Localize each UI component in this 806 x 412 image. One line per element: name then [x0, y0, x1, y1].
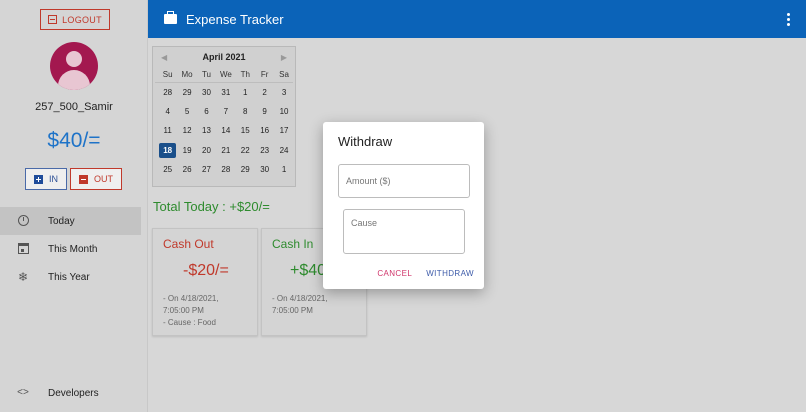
card-amount: +$40 [290, 262, 327, 279]
nav-item-label: Developers [48, 387, 99, 399]
calendar-weekday: Fr [260, 70, 269, 79]
calendar-day[interactable]: 18 [159, 142, 177, 158]
calendar-day[interactable]: 6 [197, 102, 216, 121]
calendar-day[interactable]: 4 [158, 102, 177, 121]
total-today: Total Today : +$20/= [153, 199, 270, 214]
calendar-day[interactable]: 9 [255, 102, 274, 121]
calendar-day[interactable]: 11 [158, 121, 177, 140]
more-options-icon[interactable] [787, 13, 790, 26]
cash-out-label: OUT [94, 174, 113, 184]
calendar-day[interactable]: 20 [197, 141, 216, 160]
nav-item-label: This Month [48, 243, 98, 255]
sidebar: LOGOUT 257_500_Samir $40/= IN OUT Today … [0, 0, 148, 412]
calendar-day[interactable]: 5 [177, 102, 196, 121]
amount-input[interactable] [338, 164, 470, 198]
app-bar: Expense Tracker [148, 0, 806, 38]
nav-item-this-month[interactable]: This Month [0, 235, 141, 263]
calendar-day[interactable]: 14 [216, 121, 235, 140]
plus-box-icon [34, 174, 43, 184]
card-title: Cash In [272, 237, 314, 251]
calendar-day[interactable]: 28 [158, 83, 177, 102]
nav-item-today[interactable]: Today [0, 207, 141, 235]
calendar-day[interactable]: 21 [216, 141, 235, 160]
calendar-day[interactable]: 22 [236, 141, 255, 160]
calendar-day[interactable]: 10 [274, 102, 293, 121]
card-amount: -$20/= [183, 262, 229, 279]
cause-input[interactable] [343, 209, 465, 254]
calendar-weekday-row: Su Mo Tu We Th Fr Sa [158, 67, 295, 82]
calendar-day[interactable]: 27 [197, 160, 216, 179]
calendar-day[interactable]: 29 [236, 160, 255, 179]
calendar-weekday: Th [240, 70, 250, 79]
calendar-day[interactable]: 30 [197, 83, 216, 102]
alarm-clock-icon [16, 214, 30, 228]
calendar-day[interactable]: 26 [177, 160, 196, 179]
calendar-day[interactable]: 8 [236, 102, 255, 121]
calendar-day[interactable]: 31 [216, 83, 235, 102]
calendar-weekday: Mo [181, 70, 193, 79]
nav-item-label: This Year [48, 271, 90, 283]
calendar-weekday: Sa [279, 70, 289, 79]
calendar-day[interactable]: 2 [255, 83, 274, 102]
calendar-weekday: Su [162, 70, 173, 79]
withdraw-dialog: Withdraw CANCEL WITHDRAW [323, 122, 484, 289]
card-detail-line: - Cause : Food [163, 318, 216, 327]
cancel-button[interactable]: CANCEL [377, 269, 412, 278]
cash-out-button[interactable]: OUT [70, 168, 122, 190]
briefcase-icon [164, 11, 177, 24]
calendar-day[interactable]: 24 [274, 141, 293, 160]
calendar-day[interactable]: 1 [274, 160, 293, 179]
next-month-icon[interactable]: ▶ [281, 53, 287, 62]
calendar-day[interactable]: 29 [177, 83, 196, 102]
dialog-title: Withdraw [338, 134, 393, 149]
card-detail-line: - On 4/18/2021, [272, 294, 328, 303]
calendar-icon [16, 242, 30, 256]
card-detail: - On 4/18/2021, 7:05:00 PM [272, 293, 328, 317]
previous-month-icon[interactable]: ◀ [161, 53, 167, 62]
calendar-weekday: Tu [201, 70, 211, 79]
card-detail-line: 7:05:00 PM [163, 306, 204, 315]
cash-out-card: Cash Out -$20/= - On 4/18/2021, 7:05:00 … [152, 228, 258, 336]
logout-button[interactable]: LOGOUT [40, 9, 110, 30]
calendar-month-label: April 2021 [202, 52, 246, 62]
calendar: ◀ April 2021 ▶ Su Mo Tu We Th Fr Sa 28 29 30 31 1 2… [152, 46, 296, 187]
nav-item-this-year[interactable]: ❄ This Year [0, 263, 141, 291]
avatar [50, 42, 98, 90]
card-title: Cash Out [163, 237, 214, 251]
card-detail-line: - On 4/18/2021, [163, 294, 219, 303]
calendar-day[interactable]: 30 [255, 160, 274, 179]
calendar-day[interactable]: 19 [177, 141, 196, 160]
calendar-day[interactable]: 23 [255, 141, 274, 160]
nav-item-label: Today [48, 215, 75, 227]
withdraw-button[interactable]: WITHDRAW [426, 269, 474, 278]
cash-in-label: IN [49, 174, 58, 184]
calendar-day[interactable]: 3 [274, 83, 293, 102]
nav-item-developers[interactable]: <> Developers [0, 379, 141, 407]
balance: $40/= [47, 129, 101, 152]
calendar-weekday: We [219, 70, 232, 79]
calendar-day[interactable]: 7 [216, 102, 235, 121]
logout-label: LOGOUT [62, 14, 102, 25]
card-detail: - On 4/18/2021, 7:05:00 PM - Cause : Foo… [163, 293, 219, 329]
username: 257_500_Samir [35, 101, 113, 113]
app-title: Expense Tracker [186, 11, 284, 27]
code-icon: <> [17, 387, 29, 398]
calendar-day[interactable]: 16 [255, 121, 274, 140]
cash-in-button[interactable]: IN [25, 168, 67, 190]
calendar-day[interactable]: 25 [158, 160, 177, 179]
calendar-day[interactable]: 15 [236, 121, 255, 140]
calendar-day[interactable]: 13 [197, 121, 216, 140]
logout-icon [48, 15, 58, 24]
calendar-day[interactable]: 12 [177, 121, 196, 140]
minus-box-icon [79, 174, 88, 184]
snowflake-icon: ❄ [17, 270, 29, 284]
calendar-day[interactable]: 1 [236, 83, 255, 102]
card-detail-line: 7:05:00 PM [272, 306, 313, 315]
calendar-day[interactable]: 17 [274, 121, 293, 140]
calendar-day[interactable]: 28 [216, 160, 235, 179]
calendar-days: 28 29 30 31 1 2 3 4 5 6 7 8 9 10 11 12 13 14 15 16 17 18 19 20 2… [158, 83, 295, 179]
